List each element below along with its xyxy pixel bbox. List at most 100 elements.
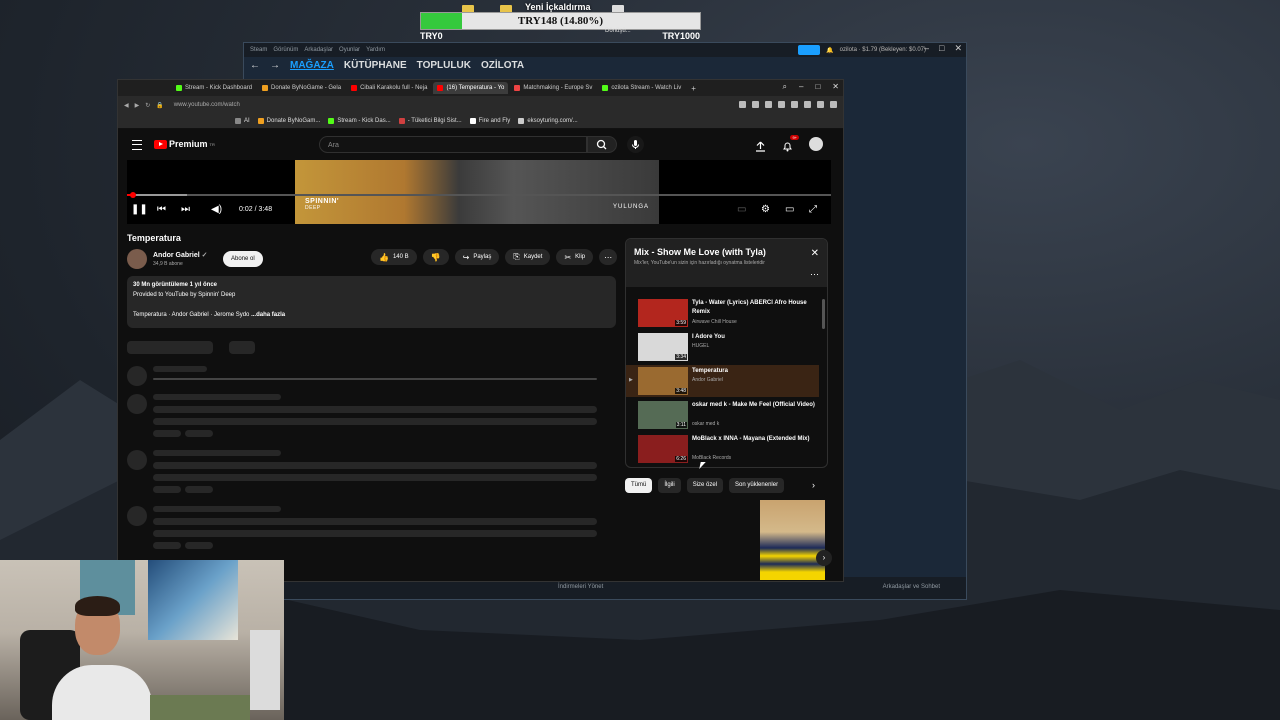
reload-icon[interactable]: ↻: [145, 102, 150, 109]
fullscreen-icon[interactable]: ⤢: [809, 204, 817, 215]
scrubber-handle[interactable]: [130, 192, 137, 198]
like-button[interactable]: 👍 140 B: [371, 249, 417, 265]
steam-menu-item[interactable]: Oyunlar: [339, 47, 360, 53]
extension-icon[interactable]: [778, 101, 785, 108]
maximize-icon[interactable]: □: [815, 82, 820, 92]
steam-menu-item[interactable]: Yardım: [366, 47, 385, 53]
bookmark-label: AI: [244, 118, 250, 124]
minimize-icon[interactable]: –: [799, 82, 803, 92]
comment-skeleton: [153, 462, 597, 469]
bell-icon[interactable]: 🔔: [826, 47, 833, 54]
new-tab-icon[interactable]: +: [691, 84, 696, 93]
dislike-button[interactable]: 👎: [422, 249, 449, 265]
next-icon[interactable]: ⏭: [181, 204, 190, 215]
show-more-link[interactable]: ...daha fazla: [251, 312, 285, 318]
extension-icon[interactable]: [752, 101, 759, 108]
playlist-thumbnail: 6:26: [638, 435, 688, 463]
browser-tab[interactable]: Cibali Karakolu full - Neja: [347, 82, 431, 94]
close-icon[interactable]: ✕: [832, 82, 839, 92]
youtube-logo[interactable]: Premium TR: [154, 139, 215, 149]
chevron-right-icon[interactable]: ›: [816, 550, 832, 566]
close-icon[interactable]: ✕: [954, 43, 962, 54]
playlist-item[interactable]: ▶ 3:48 Temperatura Andor Gabriel: [626, 365, 819, 397]
avatar[interactable]: [809, 137, 823, 151]
save-button[interactable]: ⎘ Kaydet: [505, 249, 551, 265]
video-player[interactable]: SPINNIN' DEEP YULUNGA ❚❚ ⏮ ⏭ ◀) 0:02 / 3:…: [127, 160, 831, 224]
playlist-title[interactable]: Mix - Show Me Love (with Tyla): [634, 247, 766, 257]
notifications-icon[interactable]: 9+: [782, 134, 799, 151]
extension-icon[interactable]: [817, 101, 824, 108]
menu-icon[interactable]: [132, 140, 142, 150]
forward-arrow-icon[interactable]: →: [270, 60, 280, 71]
browser-tab[interactable]: ozilota Stream - Watch Liv: [598, 82, 685, 94]
extension-icon[interactable]: [739, 101, 746, 108]
steam-menu-item[interactable]: Arkadaşlar: [304, 47, 333, 53]
playlist-scrollbar[interactable]: [822, 299, 825, 329]
description-box[interactable]: 30 Mn görüntüleme 1 yıl önce Provided to…: [127, 276, 616, 328]
site-info-icon[interactable]: 🔒: [156, 102, 163, 109]
more-actions-button[interactable]: ⋯: [599, 249, 618, 265]
forward-icon[interactable]: ▶: [135, 102, 140, 109]
close-icon[interactable]: ✕: [811, 248, 819, 259]
share-button[interactable]: ↪ Paylaş: [454, 249, 500, 265]
search-tabs-icon[interactable]: ⌕: [783, 82, 787, 92]
friends-chat[interactable]: Arkadaşlar ve Sohbet: [883, 584, 940, 590]
steam-account-label[interactable]: ozilota · $1.79 (Bekleyen: $0.07): [840, 47, 926, 53]
announcement-icon[interactable]: [798, 45, 821, 55]
playlist-item[interactable]: 3:11 oskar med k - Make Me Feel (Official…: [626, 399, 819, 431]
extension-icon[interactable]: [804, 101, 811, 108]
extension-icon[interactable]: [830, 101, 837, 108]
steam-nav-store[interactable]: MAĞAZA: [290, 60, 334, 71]
search-input[interactable]: Ara: [319, 136, 587, 153]
steam-nav-community[interactable]: TOPLULUK: [417, 60, 471, 71]
browser-tab[interactable]: (16) Temperatura - Yo: [433, 82, 509, 94]
previous-icon[interactable]: ⏮: [157, 204, 166, 215]
chevron-right-icon[interactable]: ›: [812, 480, 815, 490]
settings-icon[interactable]: ⚙: [761, 204, 770, 215]
steam-nav-profile[interactable]: OZİLOTA: [481, 60, 524, 71]
filter-chip[interactable]: Son yüklenenler: [729, 478, 785, 493]
search-button[interactable]: [587, 136, 617, 153]
voice-search-button[interactable]: [627, 136, 644, 153]
back-arrow-icon[interactable]: ←: [250, 60, 260, 71]
filter-chip[interactable]: Tümü: [625, 478, 653, 493]
clip-button[interactable]: ✂ Klip: [556, 249, 594, 265]
volume-icon[interactable]: ◀): [211, 204, 222, 215]
thumbs-down-icon: 👎: [430, 252, 441, 262]
subtitles-icon[interactable]: ▭: [737, 204, 746, 215]
playlist-item[interactable]: 3:34 I Adore You HUGEL: [626, 331, 819, 363]
channel-avatar[interactable]: [127, 249, 147, 269]
steam-nav-library[interactable]: KÜTÜPHANE: [344, 60, 407, 71]
bookmark[interactable]: Stream - Kick Das...: [328, 118, 391, 124]
recommended-video-thumbnail[interactable]: [760, 500, 825, 580]
steam-menu-item[interactable]: Görünüm: [273, 47, 298, 53]
bookmark[interactable]: Fire and Fly: [469, 118, 510, 124]
upload-icon[interactable]: [755, 139, 766, 152]
playlist-thumbnail: 3:48: [638, 367, 688, 395]
browser-tab[interactable]: Stream - Kick Dashboard: [172, 82, 256, 94]
subscribe-button[interactable]: Abone ol: [223, 251, 263, 267]
browser-tab[interactable]: Donate ByNoGame - Gela: [258, 82, 345, 94]
more-vert-icon[interactable]: ⋯: [810, 269, 819, 280]
bookmark[interactable]: AI: [235, 118, 250, 124]
back-icon[interactable]: ◀: [124, 102, 129, 109]
channel-name[interactable]: Andor Gabriel ✓: [153, 251, 208, 259]
bookmark[interactable]: eksoyturing.com/...: [518, 118, 578, 124]
pause-icon[interactable]: ❚❚: [131, 204, 148, 215]
steam-menu-item[interactable]: Steam: [250, 47, 267, 53]
playlist-item[interactable]: 3:59 Tyla - Water (Lyrics) ABERCI Afro Ho…: [626, 297, 819, 329]
browser-tab[interactable]: Matchmaking - Europe Sv: [510, 82, 596, 94]
manage-downloads[interactable]: İndirmeleri Yönet: [558, 584, 603, 590]
filter-chip[interactable]: Size özel: [686, 478, 724, 493]
url-text[interactable]: www.youtube.com/watch: [174, 102, 240, 108]
filter-chip[interactable]: İlgili: [658, 478, 681, 493]
theater-mode-icon[interactable]: ▭: [785, 204, 794, 215]
bookmark[interactable]: Donate ByNoGam...: [257, 118, 320, 124]
progress-bar[interactable]: [127, 192, 831, 198]
extension-icon[interactable]: [791, 101, 798, 108]
maximize-icon[interactable]: □: [939, 43, 944, 54]
comments-skeleton: [127, 341, 213, 354]
playlist-item[interactable]: 6:26 MoBlack x INNA - Mayana (Extended Mi…: [626, 433, 819, 465]
extension-icon[interactable]: [765, 101, 772, 108]
bookmark[interactable]: - Tüketici Bilgi Sist...: [398, 118, 462, 124]
